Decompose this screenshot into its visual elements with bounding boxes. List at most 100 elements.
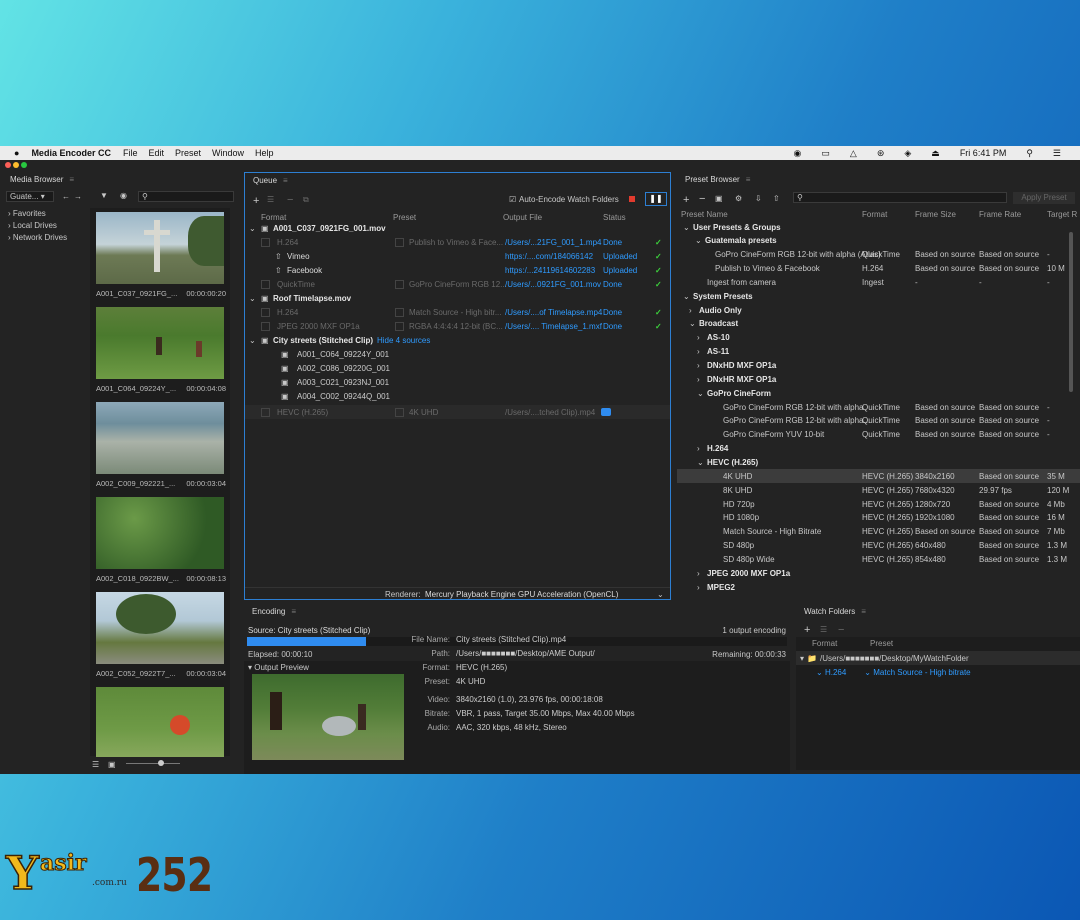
chevron-right-icon[interactable]: › bbox=[697, 569, 700, 578]
chevron-down-icon[interactable]: ⌄ bbox=[697, 458, 704, 467]
preset-group-row[interactable]: › Audio Only bbox=[677, 303, 1080, 317]
queue-output-row[interactable]: QuickTime GoPro CineForm RGB 12.../Users/… bbox=[245, 277, 670, 291]
col-frame-rate[interactable]: Frame Rate bbox=[979, 210, 1021, 219]
col-preset-name[interactable]: Preset Name bbox=[681, 210, 728, 219]
add-output-icon[interactable]: ☰ bbox=[820, 625, 827, 634]
preset-row[interactable]: HD 1080p HEVC (H.265) 1920x1080 Based on so… bbox=[677, 511, 1080, 525]
add-source-icon[interactable]: + bbox=[253, 195, 259, 207]
col-target-rate[interactable]: Target R bbox=[1047, 210, 1077, 219]
eject-icon[interactable]: ⏏ bbox=[931, 148, 940, 159]
watch-output-row[interactable]: ⌄ H.264 ⌄ Match Source - High bitrate bbox=[796, 665, 1080, 679]
wifi-icon[interactable]: ◈ bbox=[904, 148, 911, 159]
preset-row[interactable]: 8K UHD HEVC (H.265) 7680x4320 29.97 fps 120 … bbox=[677, 483, 1080, 497]
preset-group-row[interactable]: › H.264 bbox=[677, 442, 1080, 456]
creative-cloud-icon[interactable]: ◉ bbox=[794, 148, 802, 159]
queue-source-row[interactable]: ⌄ ▣ City streets (Stitched Clip) Hide 4 sou… bbox=[245, 333, 670, 347]
chevron-down-icon[interactable]: ⌄ bbox=[657, 590, 664, 599]
menu-preset[interactable]: Preset bbox=[175, 148, 201, 158]
panel-menu-icon[interactable]: ≡ bbox=[291, 607, 296, 616]
preset-dropdown[interactable] bbox=[395, 307, 404, 317]
output-link[interactable]: https:/....com/184066142 bbox=[505, 252, 593, 261]
apply-preset-button[interactable]: Apply Preset bbox=[1013, 192, 1075, 204]
menu-file[interactable]: File bbox=[123, 148, 138, 158]
thumbnail-size-slider[interactable] bbox=[126, 763, 180, 764]
preset-group-row[interactable]: › AS-10 bbox=[677, 331, 1080, 345]
preset-row[interactable]: GoPro CineForm RGB 12-bit with alpha... Q… bbox=[677, 414, 1080, 428]
queue-output-row[interactable]: JPEG 2000 MXF OP1a RGBA 4:4:4:4 12-bit (B… bbox=[245, 319, 670, 333]
list-view-icon[interactable]: ☰ bbox=[92, 760, 99, 769]
preset-group-row[interactable]: › DNxHR MXF OP1a bbox=[677, 372, 1080, 386]
panel-menu-icon[interactable]: ≡ bbox=[746, 175, 751, 184]
back-arrow-icon[interactable]: ← bbox=[62, 192, 70, 201]
add-output-icon[interactable]: ☰ bbox=[267, 195, 274, 204]
expand-chevron-icon[interactable]: ⌄ bbox=[249, 294, 256, 303]
menu-edit[interactable]: Edit bbox=[148, 148, 164, 158]
preset-row[interactable]: SD 480p Wide HEVC (H.265) 854x480 Based on … bbox=[677, 552, 1080, 566]
preset-dropdown[interactable] bbox=[395, 407, 404, 417]
bluetooth-icon[interactable]: ⊛ bbox=[877, 148, 885, 159]
col-frame-size[interactable]: Frame Size bbox=[915, 210, 956, 219]
queue-output-row[interactable]: HEVC (H.265) 4K UHD/Users/....tched Clip)… bbox=[245, 405, 670, 419]
group-icon[interactable]: ▣ bbox=[715, 194, 723, 203]
slider-handle[interactable] bbox=[158, 760, 164, 766]
format-dropdown[interactable] bbox=[261, 307, 270, 317]
settings-icon[interactable]: ⚙ bbox=[735, 194, 742, 203]
preset-row[interactable]: Publish to Vimeo & Facebook H.264 Based on… bbox=[677, 262, 1080, 276]
clip-thumbnail[interactable] bbox=[96, 402, 224, 474]
preset-group-row[interactable]: ⌄ Broadcast bbox=[677, 317, 1080, 331]
chevron-right-icon[interactable]: › bbox=[697, 347, 700, 356]
format-dropdown[interactable] bbox=[261, 407, 270, 417]
output-link[interactable]: /Users/...0921FG_001.mov bbox=[505, 280, 601, 289]
output-link[interactable]: /Users/.... Timelapse_1.mxf bbox=[505, 322, 602, 331]
clip-thumbnail[interactable] bbox=[96, 497, 224, 569]
format-dropdown[interactable] bbox=[261, 279, 270, 289]
remove-icon[interactable]: − bbox=[838, 624, 844, 636]
clip-thumbnail[interactable] bbox=[96, 592, 224, 664]
preset-group-row[interactable]: › JPEG 2000 MXF OP1a bbox=[677, 566, 1080, 580]
chevron-right-icon[interactable]: › bbox=[689, 306, 692, 315]
panel-menu-icon[interactable]: ≡ bbox=[861, 607, 866, 616]
display-icon[interactable]: ▭ bbox=[821, 148, 830, 159]
grid-view-icon[interactable]: ▣ bbox=[108, 760, 116, 769]
clip-thumbnail[interactable] bbox=[96, 307, 224, 379]
queue-output-row[interactable]: H.264 Match Source - High bitr.../Users/.… bbox=[245, 305, 670, 319]
output-link[interactable]: /Users/....tched Clip).mp4 bbox=[505, 408, 595, 417]
queue-output-row[interactable]: H.264 Publish to Vimeo & Face.../Users/..… bbox=[245, 235, 670, 249]
list-icon[interactable]: ☰ bbox=[1053, 148, 1061, 159]
panel-menu-icon[interactable]: ≡ bbox=[283, 176, 288, 185]
clock[interactable]: Fri 6:41 PM bbox=[960, 148, 1007, 158]
publish-destination-row[interactable]: ⇧ Facebook https:/...24119614602283 Uploade… bbox=[245, 263, 670, 277]
preset-group-row[interactable]: › MPEG2 bbox=[677, 580, 1080, 594]
zoom-window-button[interactable] bbox=[21, 162, 27, 168]
output-link[interactable]: /Users/...21FG_001_1.mp4 bbox=[505, 238, 602, 247]
view-icon[interactable]: ◉ bbox=[120, 191, 127, 200]
output-link[interactable]: https:/...24119614602283 bbox=[505, 266, 595, 275]
preset-dropdown[interactable]: ⌄ Match Source - High bitrate bbox=[864, 668, 970, 677]
publish-destination-row[interactable]: ⇧ Vimeo https:/....com/184066142 Uploaded ✓ bbox=[245, 249, 670, 263]
format-dropdown[interactable]: ⌄ H.264 bbox=[816, 668, 846, 677]
chevron-down-icon[interactable]: ⌄ bbox=[697, 389, 704, 398]
preset-group-row[interactable]: ⌄ HEVC (H.265) bbox=[677, 455, 1080, 469]
remove-icon[interactable]: − bbox=[287, 194, 293, 206]
duplicate-icon[interactable]: ⧉ bbox=[303, 195, 309, 205]
queue-source-row[interactable]: ⌄ ▣ A001_C037_0921FG_001.mov bbox=[245, 221, 670, 235]
chevron-down-icon[interactable]: ⌄ bbox=[683, 292, 690, 301]
menu-window[interactable]: Window bbox=[212, 148, 244, 158]
preset-row[interactable]: GoPro CineForm RGB 12-bit with alpha Quic… bbox=[677, 400, 1080, 414]
chevron-right-icon[interactable]: › bbox=[697, 333, 700, 342]
preset-group-row[interactable]: ⌄ GoPro CineForm bbox=[677, 386, 1080, 400]
preset-dropdown[interactable] bbox=[395, 321, 404, 331]
new-preset-icon[interactable]: + bbox=[683, 194, 689, 206]
queue-source-row[interactable]: ⌄ ▣ Roof Timelapse.mov bbox=[245, 291, 670, 305]
tree-network-drives[interactable]: › Network Drives bbox=[8, 232, 67, 244]
preset-dropdown[interactable] bbox=[395, 237, 404, 247]
chevron-right-icon[interactable]: › bbox=[697, 444, 700, 453]
chevron-right-icon[interactable]: › bbox=[697, 583, 700, 592]
forward-arrow-icon[interactable]: → bbox=[74, 192, 82, 201]
close-window-button[interactable] bbox=[5, 162, 11, 168]
media-search-input[interactable]: ⚲ bbox=[138, 191, 234, 202]
col-format[interactable]: Format bbox=[862, 210, 887, 219]
preset-group-row[interactable]: ⌄ Guatemala presets bbox=[677, 234, 1080, 248]
airplay-icon[interactable]: △ bbox=[850, 148, 857, 159]
format-dropdown[interactable] bbox=[261, 321, 270, 331]
